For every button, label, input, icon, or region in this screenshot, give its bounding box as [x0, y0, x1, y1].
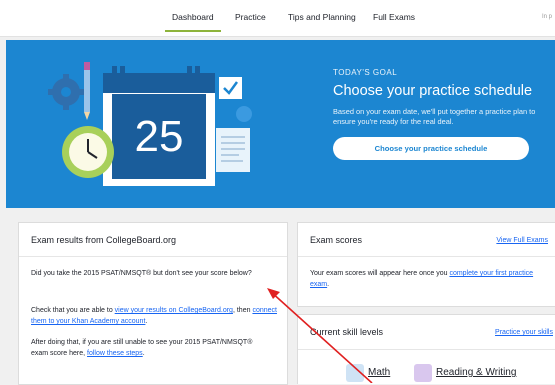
gear-icon	[48, 74, 84, 110]
exam-scores-card: Exam scores View Full Exams Your exam sc…	[297, 222, 555, 307]
exam-scores-header: Exam scores View Full Exams	[298, 223, 555, 257]
calendar-illustration: 25	[48, 62, 252, 186]
hero-kicker: TODAY'S GOAL	[333, 68, 398, 77]
view-full-exams-link[interactable]: View Full Exams	[496, 237, 548, 244]
exam-results-title: Exam results from CollegeBoard.org	[31, 235, 177, 245]
tab-tips-and-planning[interactable]: Tips and Planning	[288, 0, 356, 34]
p2-text-mid: , then	[232, 307, 253, 314]
nav-overflow-text: In p	[542, 14, 553, 20]
exam-scores-text: Your exam scores will appear here once y…	[310, 268, 550, 290]
calendar-icon: 25	[103, 66, 215, 186]
skill-levels-title: Current skill levels	[310, 327, 384, 337]
top-nav: Dashboard Practice Tips and Planning Ful…	[0, 0, 555, 37]
calendar-number: 25	[135, 112, 184, 161]
exam-results-header: Exam results from CollegeBoard.org	[19, 223, 287, 257]
exam-results-card: Exam results from CollegeBoard.org Did y…	[18, 222, 288, 385]
scores-text-after: .	[327, 281, 330, 288]
tab-dashboard[interactable]: Dashboard	[165, 0, 221, 32]
pencil-icon	[84, 62, 90, 120]
p3-text-after: .	[142, 350, 145, 357]
hero-title: Choose your practice schedule	[333, 83, 533, 99]
skill-reading-writing[interactable]: Reading & Writing	[436, 367, 516, 378]
hero-description: Based on your exam date, we'll put toget…	[333, 107, 536, 126]
clock-icon	[62, 126, 114, 178]
document-icon	[216, 128, 250, 172]
view-results-link[interactable]: view your results on CollegeBoard.org	[115, 307, 233, 314]
p2-text-before: Check that you are able to	[31, 307, 115, 314]
exam-results-p1: Did you take the 2015 PSAT/NMSQT® but do…	[31, 270, 252, 277]
math-icon	[346, 364, 364, 382]
p2-text-after: .	[145, 318, 148, 325]
scores-text-before: Your exam scores will appear here once y…	[310, 270, 450, 277]
small-gear-icon	[236, 106, 252, 122]
tab-practice[interactable]: Practice	[235, 0, 266, 34]
exam-results-p3: After doing that, if you are still unabl…	[31, 337, 266, 359]
skill-levels-card: Current skill levels Practice your skill…	[297, 314, 555, 384]
choose-schedule-button[interactable]: Choose your practice schedule	[333, 137, 529, 160]
practice-skills-link[interactable]: Practice your skills	[495, 329, 553, 336]
follow-steps-link[interactable]: follow these steps	[87, 350, 143, 357]
skill-levels-header: Current skill levels Practice your skill…	[298, 315, 555, 350]
exam-results-p2: Check that you are able to view your res…	[31, 305, 283, 327]
skill-math[interactable]: Math	[368, 367, 390, 378]
today-goal-hero: 25 TODAY'S GOAL Choose your practice sch…	[6, 40, 555, 208]
checkmark-icon	[219, 77, 242, 99]
reading-writing-icon	[414, 364, 432, 382]
exam-scores-title: Exam scores	[310, 235, 363, 245]
tab-full-exams[interactable]: Full Exams	[373, 0, 415, 34]
